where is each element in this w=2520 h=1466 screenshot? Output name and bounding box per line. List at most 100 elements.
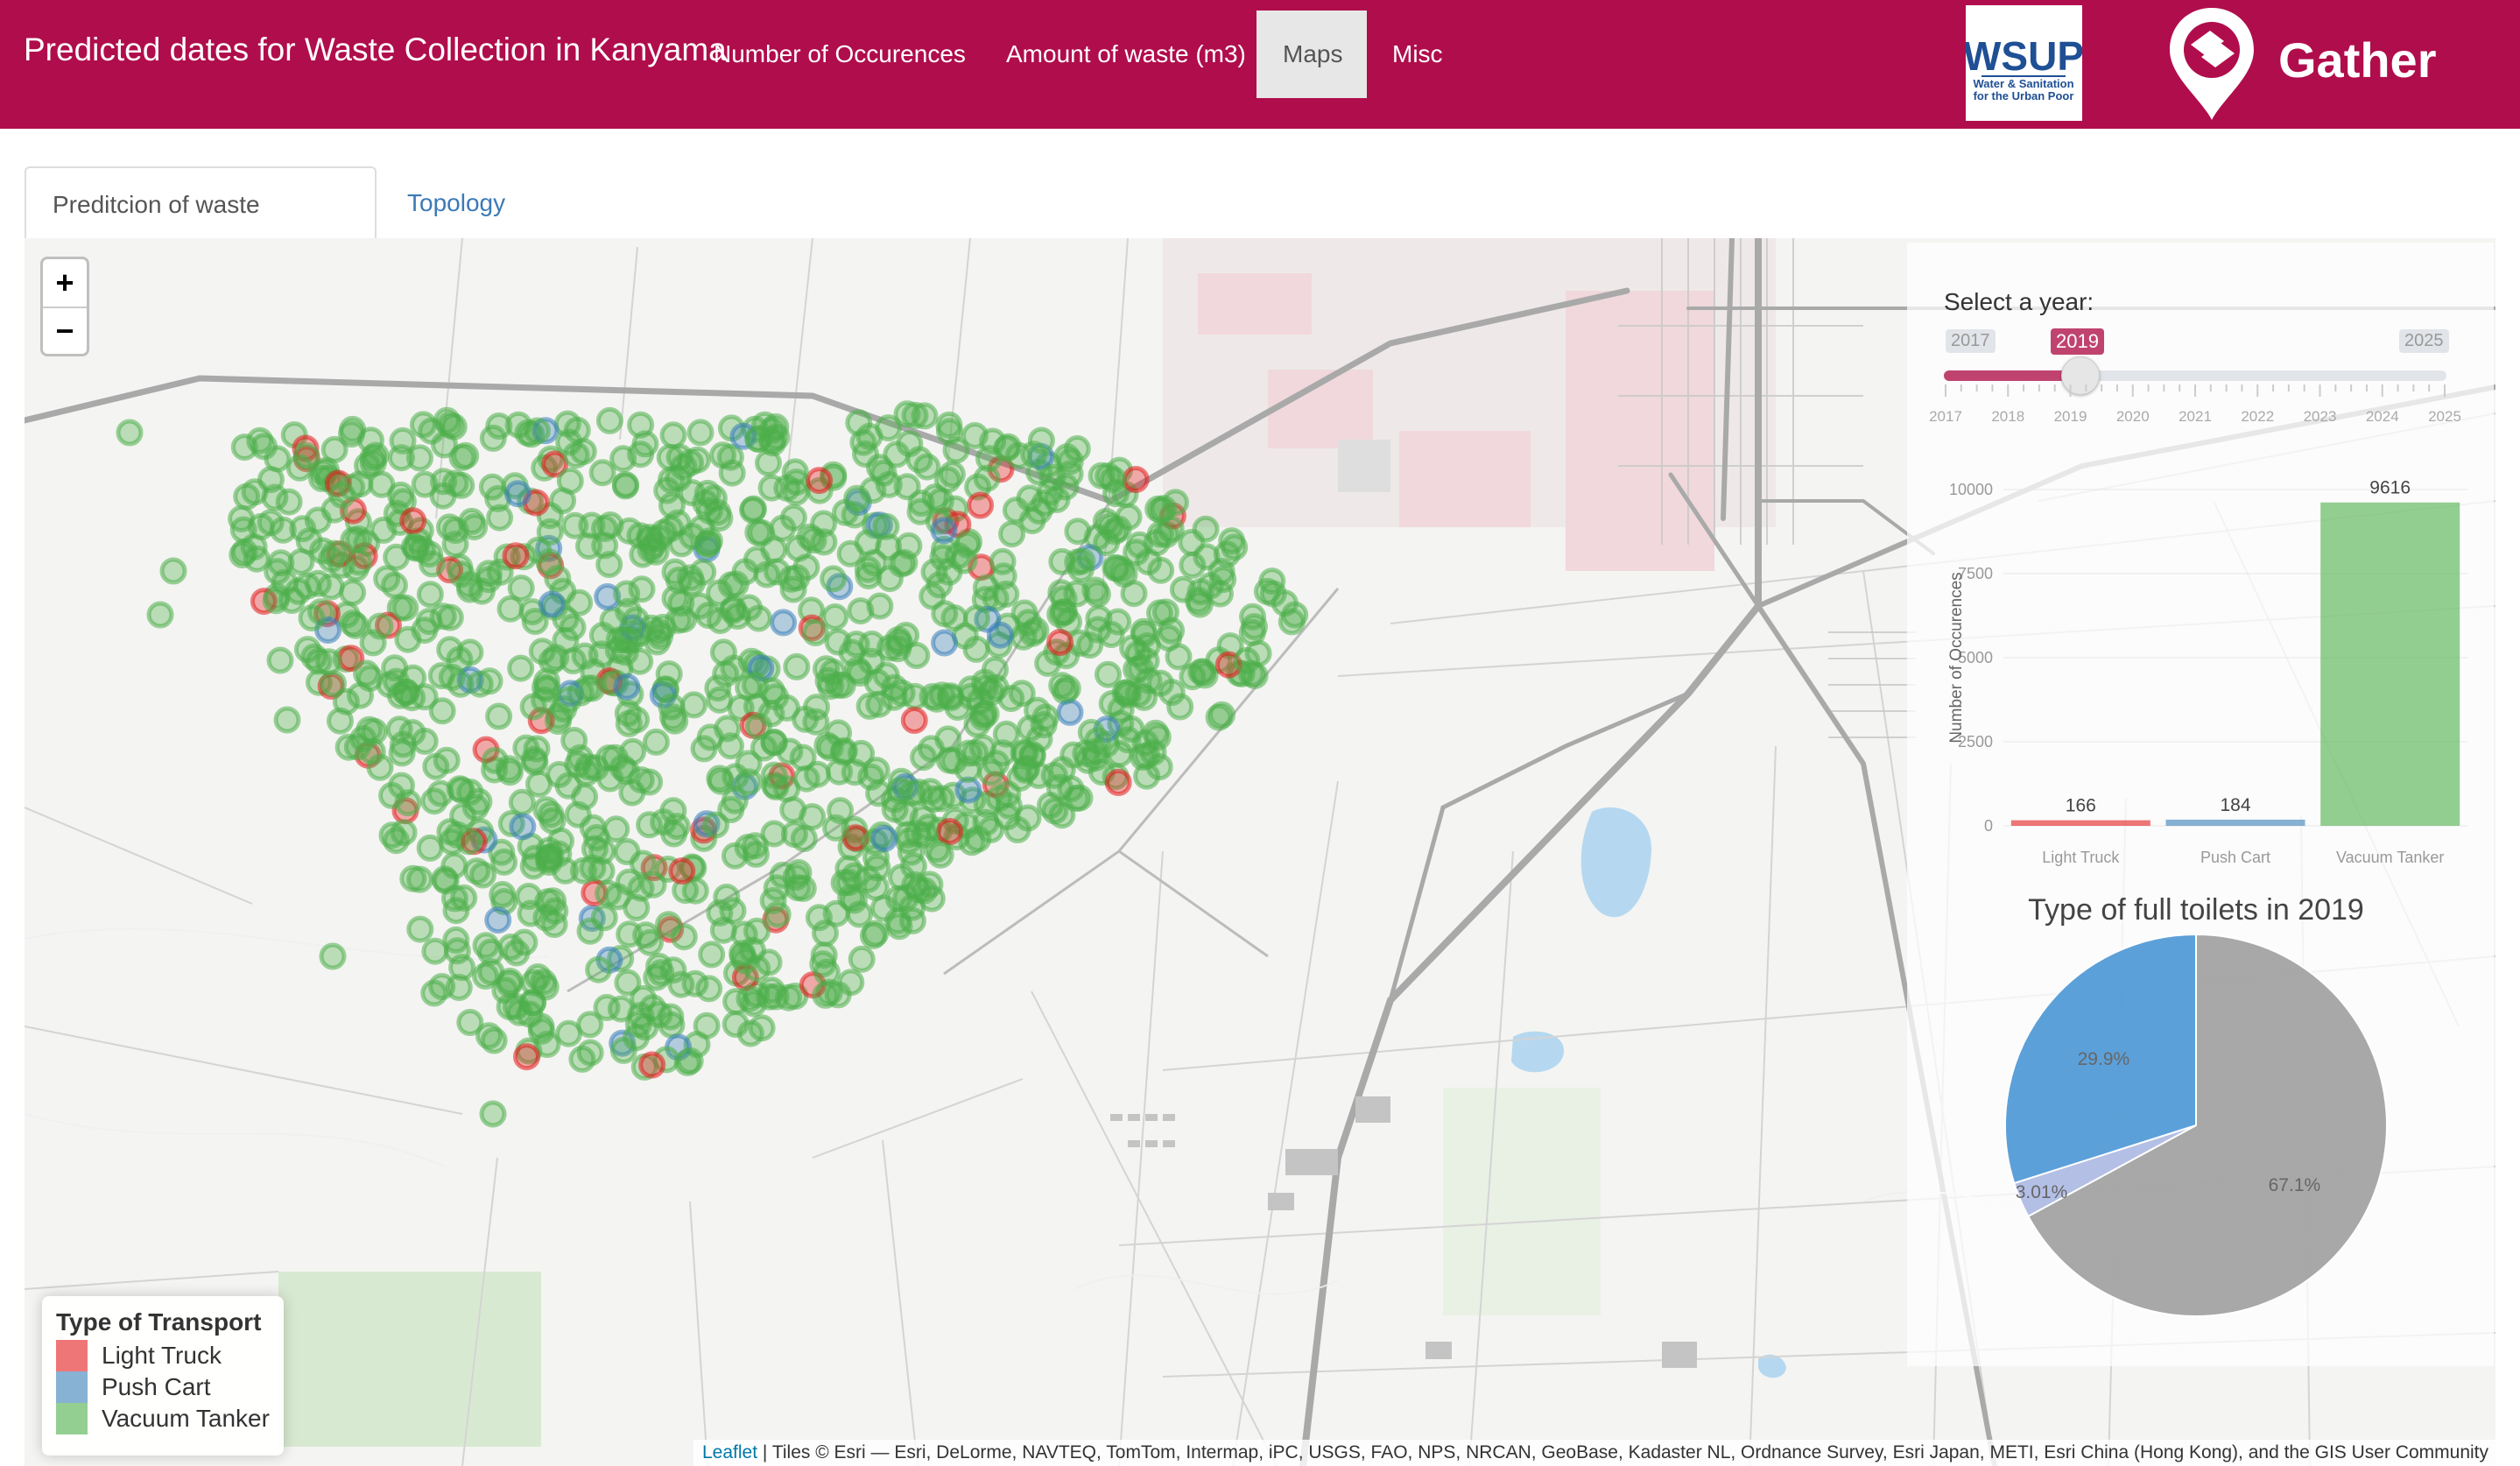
collection-point[interactable] — [339, 579, 367, 607]
collection-point[interactable] — [327, 707, 354, 735]
collection-point[interactable] — [571, 783, 599, 811]
collection-point[interactable] — [1051, 598, 1079, 626]
collection-point[interactable] — [1081, 576, 1109, 604]
collection-point[interactable] — [266, 646, 294, 674]
collection-point[interactable] — [1030, 711, 1058, 739]
collection-point[interactable] — [433, 746, 461, 774]
collection-point[interactable] — [631, 430, 659, 458]
collection-point[interactable] — [1020, 441, 1048, 469]
collection-point[interactable] — [478, 473, 506, 501]
zoom-in-button[interactable]: + — [43, 259, 87, 308]
collection-point[interactable] — [863, 854, 891, 882]
collection-point[interactable] — [933, 466, 961, 494]
collection-point[interactable] — [1258, 567, 1286, 596]
collection-point[interactable] — [447, 560, 475, 589]
collection-point[interactable] — [623, 1024, 651, 1052]
collection-point[interactable] — [292, 442, 320, 469]
collection-point[interactable] — [535, 548, 563, 576]
collection-point[interactable] — [585, 955, 613, 983]
collection-point[interactable] — [643, 963, 671, 991]
collection-point[interactable] — [480, 1026, 508, 1054]
collection-point[interactable] — [1077, 718, 1105, 746]
collection-point[interactable] — [146, 601, 174, 629]
collection-point[interactable] — [676, 1047, 704, 1075]
collection-point[interactable] — [812, 981, 840, 1009]
collection-point[interactable] — [559, 613, 587, 641]
collection-point[interactable] — [355, 715, 384, 744]
collection-point[interactable] — [644, 617, 672, 645]
collection-point[interactable] — [561, 511, 589, 539]
collection-point[interactable] — [822, 899, 850, 927]
collection-point[interactable] — [819, 659, 847, 686]
collection-point[interactable] — [385, 715, 413, 744]
collection-point[interactable] — [588, 640, 616, 668]
collection-point[interactable] — [409, 411, 437, 439]
collection-point[interactable] — [784, 874, 812, 902]
collection-point[interactable] — [615, 709, 643, 737]
collection-point[interactable] — [411, 683, 439, 711]
collection-point[interactable] — [659, 421, 687, 449]
collection-point[interactable] — [1120, 580, 1148, 608]
collection-point[interactable] — [686, 419, 714, 447]
collection-point[interactable] — [735, 673, 763, 701]
collection-point[interactable] — [870, 825, 898, 852]
collection-point[interactable] — [992, 720, 1020, 748]
collection-point[interactable] — [370, 516, 398, 544]
collection-point[interactable] — [884, 635, 912, 663]
collection-point[interactable] — [783, 652, 811, 680]
collection-point[interactable] — [1095, 660, 1122, 688]
collection-point[interactable] — [692, 489, 720, 517]
collection-point[interactable] — [463, 857, 491, 885]
collection-point[interactable] — [723, 603, 751, 630]
collection-point[interactable] — [852, 441, 879, 468]
collection-point[interactable] — [693, 1011, 721, 1040]
collection-point[interactable] — [665, 443, 693, 471]
collection-point[interactable] — [1178, 528, 1206, 556]
collection-point[interactable] — [667, 530, 695, 558]
collection-point[interactable] — [663, 813, 691, 841]
collection-point[interactable] — [745, 713, 772, 740]
collection-point[interactable] — [485, 412, 513, 440]
collection-point[interactable] — [950, 546, 978, 574]
collection-point[interactable] — [734, 834, 762, 862]
collection-point[interactable] — [484, 906, 512, 934]
collection-point[interactable] — [116, 419, 144, 447]
collection-point[interactable] — [813, 958, 841, 986]
collection-point[interactable] — [790, 825, 818, 852]
collection-point[interactable] — [430, 468, 458, 496]
collection-point[interactable] — [616, 920, 644, 948]
collection-point[interactable] — [347, 681, 374, 709]
collection-point[interactable] — [712, 660, 740, 688]
collection-point[interactable] — [690, 735, 718, 763]
collection-point[interactable] — [456, 1009, 484, 1036]
collection-point[interactable] — [972, 674, 1000, 702]
collection-point[interactable] — [495, 755, 523, 783]
collection-point[interactable] — [273, 706, 301, 734]
collection-point[interactable] — [668, 857, 696, 885]
collection-point[interactable] — [954, 756, 982, 784]
collection-point[interactable] — [381, 571, 408, 599]
collection-point[interactable] — [320, 539, 348, 567]
collection-point[interactable] — [930, 517, 958, 545]
collection-point[interactable] — [466, 670, 494, 698]
collection-point[interactable] — [1024, 762, 1052, 789]
collection-point[interactable] — [431, 865, 459, 893]
navbar-brand[interactable]: Predicted dates for Waste Collection in … — [24, 32, 727, 68]
collection-point[interactable] — [525, 770, 553, 798]
collection-point[interactable] — [985, 785, 1013, 813]
collection-point[interactable] — [504, 480, 531, 508]
collection-point[interactable] — [848, 945, 876, 973]
collection-point[interactable] — [1010, 599, 1038, 627]
collection-point[interactable] — [931, 629, 959, 657]
collection-point[interactable] — [698, 941, 726, 969]
nav-number-of-occurences[interactable]: Number of Occurences — [687, 11, 992, 98]
collection-point[interactable] — [1104, 769, 1132, 796]
collection-point[interactable] — [233, 483, 261, 511]
collection-point[interactable] — [573, 759, 601, 786]
collection-point[interactable] — [1132, 647, 1160, 675]
nav-maps[interactable]: Maps — [1256, 11, 1367, 98]
collection-point[interactable] — [1031, 489, 1059, 517]
collection-point[interactable] — [773, 775, 801, 803]
collection-point[interactable] — [827, 797, 855, 825]
collection-point[interactable] — [1142, 719, 1170, 747]
